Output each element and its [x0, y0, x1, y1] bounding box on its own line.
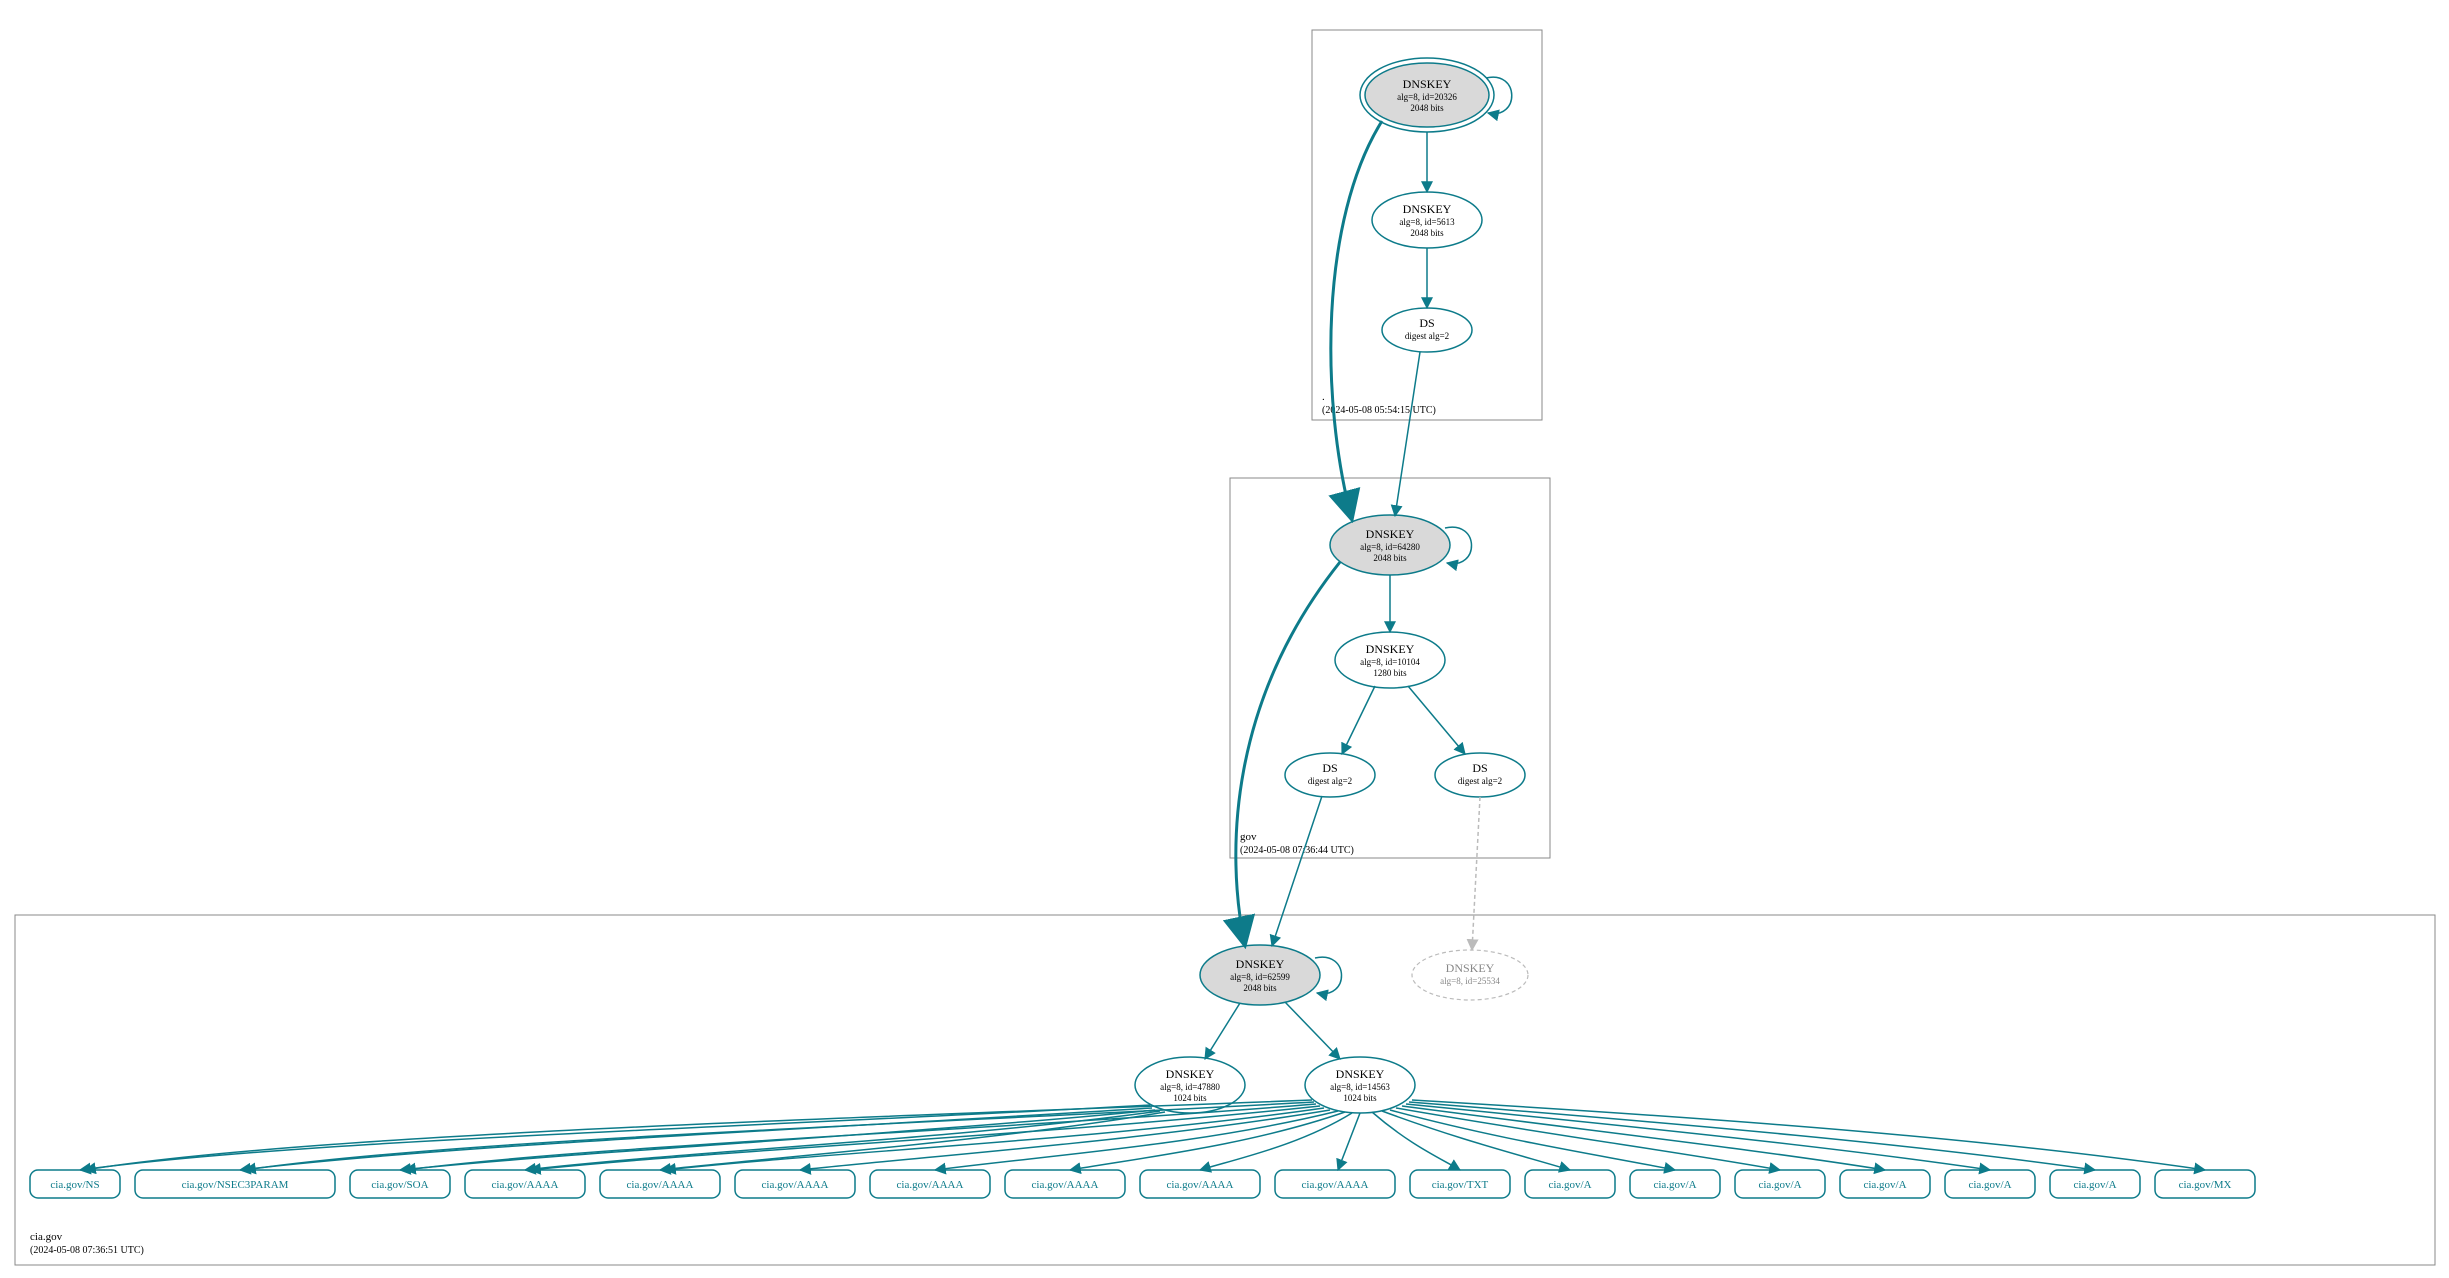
- svg-text:2048 bits: 2048 bits: [1410, 228, 1444, 238]
- svg-text:cia.gov/TXT: cia.gov/TXT: [1432, 1179, 1489, 1191]
- edge-rootds-govksk: [1395, 352, 1420, 516]
- svg-text:alg=8, id=14563: alg=8, id=14563: [1330, 1082, 1390, 1092]
- svg-text:DNSKEY: DNSKEY: [1403, 77, 1452, 91]
- svg-text:2048 bits: 2048 bits: [1373, 553, 1407, 563]
- node-cia-zsk-right: DNSKEY alg=8, id=14563 1024 bits: [1305, 1057, 1415, 1113]
- zone-gov-label: gov: [1240, 831, 1257, 843]
- node-gov-zsk: DNSKEY alg=8, id=10104 1280 bits: [1335, 632, 1445, 688]
- edges-fanout: [80, 1100, 2205, 1170]
- svg-text:1024 bits: 1024 bits: [1173, 1093, 1207, 1103]
- zone-root-label: .: [1322, 391, 1325, 403]
- rr-ns: cia.gov/NS: [30, 1170, 120, 1198]
- svg-text:cia.gov/AAAA: cia.gov/AAAA: [1302, 1179, 1369, 1191]
- svg-text:alg=8, id=20326: alg=8, id=20326: [1397, 92, 1457, 102]
- svg-text:DNSKEY: DNSKEY: [1236, 957, 1285, 971]
- dnssec-graph: . (2024-05-08 05:54:15 UTC) DNSKEY alg=8…: [0, 0, 2449, 1278]
- svg-text:2048 bits: 2048 bits: [1410, 103, 1444, 113]
- svg-text:alg=8, id=10104: alg=8, id=10104: [1360, 657, 1420, 667]
- svg-text:cia.gov/NSEC3PARAM: cia.gov/NSEC3PARAM: [182, 1179, 289, 1191]
- edge-rootksk-govksk: [1331, 121, 1382, 520]
- svg-text:DNSKEY: DNSKEY: [1166, 1067, 1215, 1081]
- svg-text:cia.gov/AAAA: cia.gov/AAAA: [492, 1179, 559, 1191]
- rr-a-2: cia.gov/A: [1630, 1170, 1720, 1198]
- svg-text:cia.gov/NS: cia.gov/NS: [50, 1179, 99, 1191]
- rr-soa: cia.gov/SOA: [350, 1170, 450, 1198]
- edge-govdsL-ciaksk: [1272, 796, 1322, 946]
- rr-aaaa-5: cia.gov/AAAA: [1005, 1170, 1125, 1198]
- svg-text:DNSKEY: DNSKEY: [1403, 202, 1452, 216]
- rr-row: cia.gov/NS cia.gov/NSEC3PARAM cia.gov/SO…: [30, 1170, 2255, 1198]
- node-root-ds: DS digest alg=2: [1382, 308, 1472, 352]
- svg-text:cia.gov/AAAA: cia.gov/AAAA: [627, 1179, 694, 1191]
- svg-text:digest alg=2: digest alg=2: [1308, 776, 1352, 786]
- svg-text:cia.gov/MX: cia.gov/MX: [2179, 1179, 2232, 1191]
- edge-govdsR-ghost: [1472, 797, 1480, 950]
- svg-text:alg=8, id=47880: alg=8, id=47880: [1160, 1082, 1220, 1092]
- node-gov-ds-left: DS digest alg=2: [1285, 753, 1375, 797]
- svg-text:alg=8, id=64280: alg=8, id=64280: [1360, 542, 1420, 552]
- node-root-zsk: DNSKEY alg=8, id=5613 2048 bits: [1372, 192, 1482, 248]
- svg-text:DS: DS: [1419, 316, 1434, 330]
- svg-text:cia.gov/A: cia.gov/A: [1548, 1179, 1591, 1191]
- svg-text:alg=8, id=62599: alg=8, id=62599: [1230, 972, 1290, 982]
- rr-aaaa-3: cia.gov/AAAA: [735, 1170, 855, 1198]
- rr-aaaa-4: cia.gov/AAAA: [870, 1170, 990, 1198]
- svg-text:cia.gov/A: cia.gov/A: [2073, 1179, 2116, 1191]
- edge-cia-ksk-zskL: [1205, 1003, 1240, 1059]
- svg-text:cia.gov/A: cia.gov/A: [1758, 1179, 1801, 1191]
- svg-text:cia.gov/A: cia.gov/A: [1968, 1179, 2011, 1191]
- svg-text:DNSKEY: DNSKEY: [1366, 642, 1415, 656]
- edge-gov-zsk-dsR: [1408, 686, 1465, 754]
- svg-text:digest alg=2: digest alg=2: [1405, 331, 1449, 341]
- rr-a-6: cia.gov/A: [2050, 1170, 2140, 1198]
- svg-text:1024 bits: 1024 bits: [1343, 1093, 1377, 1103]
- node-cia-ghost: DNSKEY alg=8, id=25534: [1412, 950, 1528, 1000]
- rr-aaaa-2: cia.gov/AAAA: [600, 1170, 720, 1198]
- rr-mx: cia.gov/MX: [2155, 1170, 2255, 1198]
- zone-cia-label: cia.gov: [30, 1231, 63, 1243]
- svg-text:2048 bits: 2048 bits: [1243, 983, 1277, 993]
- svg-text:cia.gov/A: cia.gov/A: [1653, 1179, 1696, 1191]
- svg-text:digest alg=2: digest alg=2: [1458, 776, 1502, 786]
- svg-text:DNSKEY: DNSKEY: [1366, 527, 1415, 541]
- svg-text:cia.gov/AAAA: cia.gov/AAAA: [762, 1179, 829, 1191]
- node-gov-ds-right: DS digest alg=2: [1435, 753, 1525, 797]
- node-cia-ksk: DNSKEY alg=8, id=62599 2048 bits: [1200, 945, 1320, 1005]
- svg-text:cia.gov/SOA: cia.gov/SOA: [371, 1179, 428, 1191]
- edge-cia-ksk-zskR: [1285, 1002, 1340, 1059]
- rr-a-4: cia.gov/A: [1840, 1170, 1930, 1198]
- svg-text:alg=8, id=5613: alg=8, id=5613: [1399, 217, 1455, 227]
- zone-root-ts: (2024-05-08 05:54:15 UTC): [1322, 405, 1436, 416]
- svg-text:DNSKEY: DNSKEY: [1446, 961, 1495, 975]
- node-root-ksk: DNSKEY alg=8, id=20326 2048 bits: [1360, 58, 1494, 132]
- svg-text:DS: DS: [1472, 761, 1487, 775]
- svg-text:cia.gov/A: cia.gov/A: [1863, 1179, 1906, 1191]
- rr-aaaa-1: cia.gov/AAAA: [465, 1170, 585, 1198]
- rr-aaaa-6: cia.gov/AAAA: [1140, 1170, 1260, 1198]
- svg-text:1280 bits: 1280 bits: [1373, 668, 1407, 678]
- svg-text:DNSKEY: DNSKEY: [1336, 1067, 1385, 1081]
- svg-text:DS: DS: [1322, 761, 1337, 775]
- zone-cia-ts: (2024-05-08 07:36:51 UTC): [30, 1245, 144, 1256]
- edge-gov-zsk-dsL: [1342, 686, 1375, 754]
- rr-a-1: cia.gov/A: [1525, 1170, 1615, 1198]
- rr-aaaa-7: cia.gov/AAAA: [1275, 1170, 1395, 1198]
- svg-text:cia.gov/AAAA: cia.gov/AAAA: [897, 1179, 964, 1191]
- node-gov-ksk: DNSKEY alg=8, id=64280 2048 bits: [1330, 515, 1450, 575]
- svg-text:cia.gov/AAAA: cia.gov/AAAA: [1167, 1179, 1234, 1191]
- svg-text:alg=8, id=25534: alg=8, id=25534: [1440, 976, 1500, 986]
- rr-nsec3param: cia.gov/NSEC3PARAM: [135, 1170, 335, 1198]
- rr-txt: cia.gov/TXT: [1410, 1170, 1510, 1198]
- svg-text:cia.gov/AAAA: cia.gov/AAAA: [1032, 1179, 1099, 1191]
- rr-a-5: cia.gov/A: [1945, 1170, 2035, 1198]
- rr-a-3: cia.gov/A: [1735, 1170, 1825, 1198]
- zone-gov-ts: (2024-05-08 07:36:44 UTC): [1240, 845, 1354, 856]
